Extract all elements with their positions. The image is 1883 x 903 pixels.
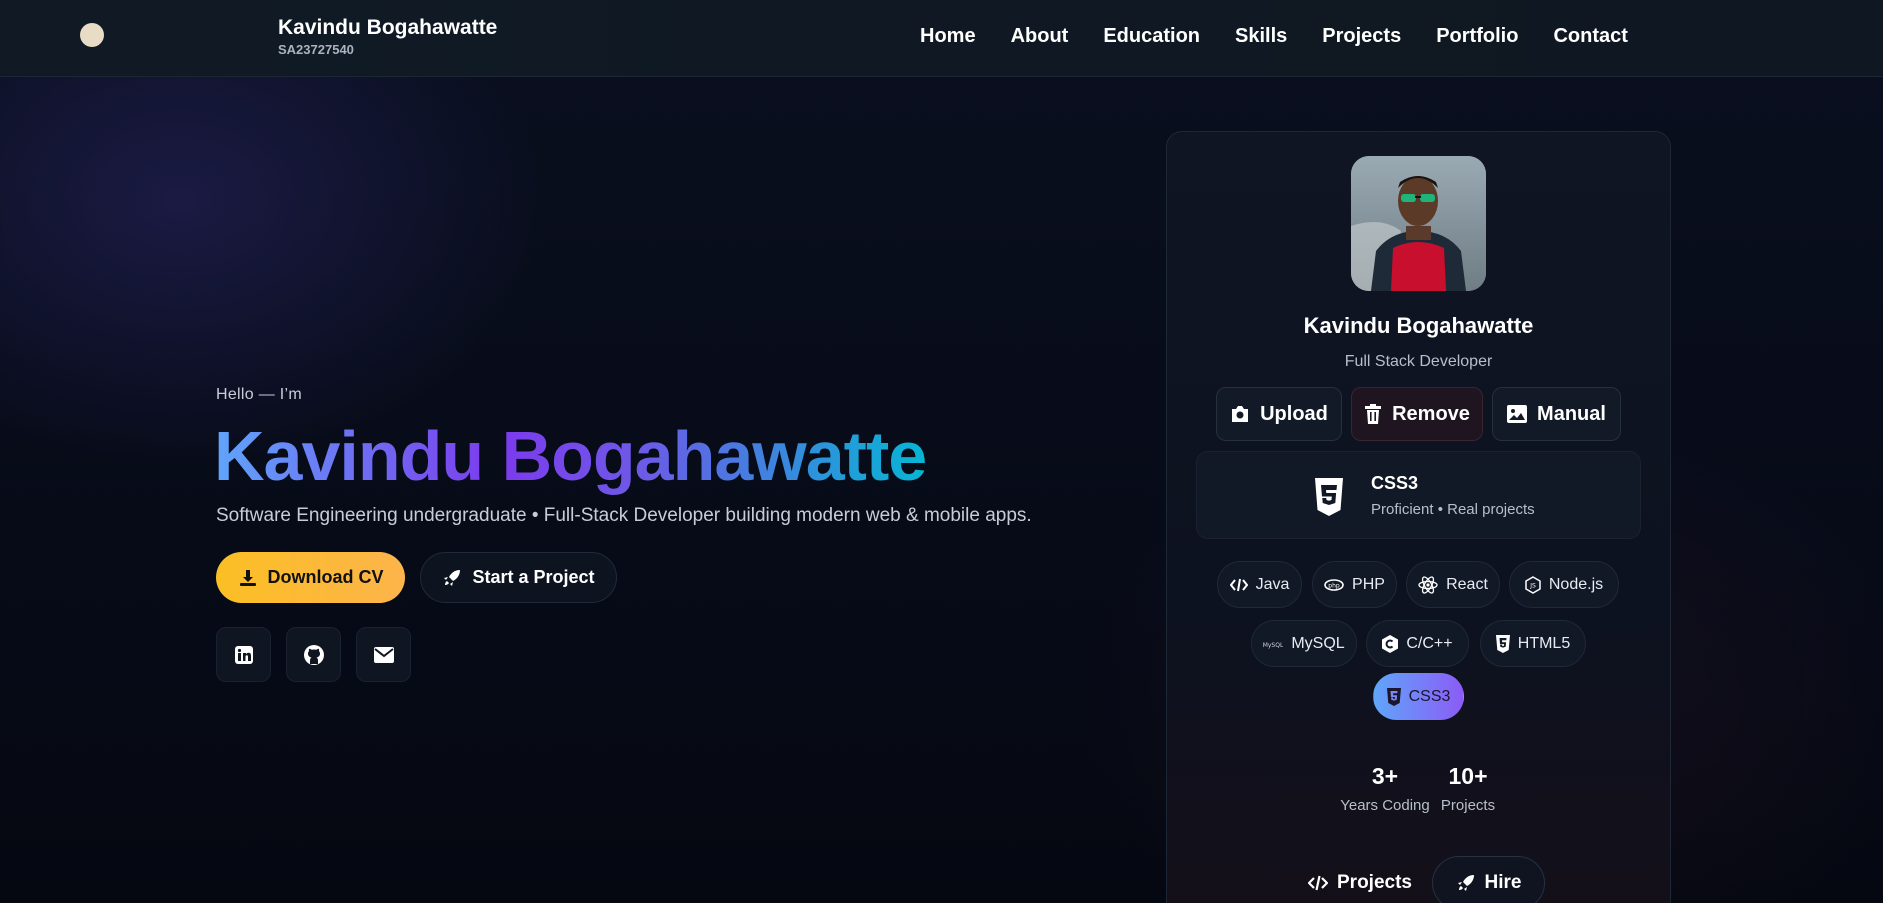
stat-projects-label: Projects — [1440, 797, 1496, 814]
camera-icon — [1232, 406, 1249, 422]
stat-years-label: Years Coding — [1340, 797, 1430, 814]
download-icon — [239, 569, 256, 586]
linkedin-icon — [234, 645, 253, 664]
download-cv-button[interactable]: Download CV — [216, 552, 405, 603]
profile-photo — [1351, 156, 1486, 291]
skill-chip-cpp[interactable]: C/C++ — [1366, 620, 1469, 667]
hero-name: Kavindu Bogahawatte — [214, 417, 927, 495]
skill-chip-label: C/C++ — [1406, 634, 1453, 652]
css3-icon — [1386, 687, 1401, 706]
nodejs-icon: JS — [1525, 575, 1541, 594]
stat-projects-value: 10+ — [1448, 763, 1488, 789]
brand-id: SA23727540 — [278, 42, 354, 57]
card-name: Kavindu Bogahawatte — [1303, 313, 1534, 338]
skill-chip-nodejs[interactable]: JS Node.js — [1509, 561, 1619, 608]
nav-link-about[interactable]: About — [1011, 25, 1069, 48]
navbar: Kavindu Bogahawatte SA23727540 Home Abou… — [0, 0, 1883, 77]
hire-button-label: Hire — [1484, 872, 1522, 893]
logo-dot[interactable] — [80, 23, 104, 47]
remove-label: Remove — [1392, 402, 1470, 425]
projects-button-label: Projects — [1337, 872, 1412, 893]
hero-subtitle: Software Engineering undergraduate • Ful… — [216, 505, 1032, 526]
svg-text:php: php — [1328, 582, 1340, 589]
skill-chip-react[interactable]: React — [1406, 561, 1500, 608]
nav-link-skills[interactable]: Skills — [1235, 25, 1287, 48]
nav-link-projects[interactable]: Projects — [1322, 25, 1401, 48]
upload-label: Upload — [1260, 402, 1328, 425]
stat-years-value: 3+ — [1371, 763, 1399, 789]
code-icon — [1229, 578, 1248, 591]
skill-chip-label: Node.js — [1548, 575, 1604, 593]
email-button[interactable] — [356, 627, 411, 682]
svg-text:JS: JS — [1529, 582, 1536, 589]
skill-chip-css3[interactable]: CSS3 — [1373, 673, 1464, 720]
nav-link-contact[interactable]: Contact — [1553, 25, 1627, 48]
github-icon — [303, 644, 324, 665]
brand-name[interactable]: Kavindu Bogahawatte — [278, 16, 497, 40]
github-button[interactable] — [286, 627, 341, 682]
cpp-icon — [1382, 634, 1399, 653]
skill-chip-mysql[interactable]: MySQL MySQL — [1251, 620, 1357, 667]
download-cv-label: Download CV — [267, 567, 384, 587]
projects-button[interactable]: Projects — [1300, 856, 1420, 903]
css3-icon — [1315, 478, 1343, 516]
hero-greeting: Hello — I’m — [216, 386, 302, 403]
start-project-button[interactable]: Start a Project — [420, 552, 617, 603]
skill-chip-php[interactable]: php PHP — [1312, 561, 1397, 608]
start-project-label: Start a Project — [472, 567, 595, 587]
skill-chip-label: Java — [1255, 575, 1290, 593]
code-icon — [1308, 875, 1328, 891]
skill-chip-html5[interactable]: HTML5 — [1480, 620, 1586, 667]
php-icon: php — [1324, 578, 1344, 591]
html5-icon — [1495, 634, 1510, 653]
skill-chip-label: MySQL — [1291, 634, 1345, 652]
nav-link-portfolio[interactable]: Portfolio — [1436, 25, 1518, 48]
skill-chip-label: React — [1446, 575, 1488, 593]
remove-button[interactable]: Remove — [1351, 387, 1483, 441]
rocket-icon — [444, 569, 461, 586]
skill-chip-java[interactable]: Java — [1217, 561, 1302, 608]
manual-label: Manual — [1537, 402, 1606, 425]
mail-icon — [373, 646, 394, 663]
nav-links: Home About Education Skills Projects Por… — [920, 25, 1663, 48]
skill-chip-label: PHP — [1352, 575, 1385, 593]
skill-chip-label: HTML5 — [1517, 634, 1571, 652]
mysql-icon: MySQL — [1263, 642, 1283, 649]
linkedin-button[interactable] — [216, 627, 271, 682]
trash-icon — [1365, 404, 1382, 424]
skill-chip-label: CSS3 — [1408, 687, 1451, 705]
image-icon — [1507, 405, 1528, 423]
rocket-icon — [1457, 875, 1474, 891]
selected-skill-title: CSS3 — [1371, 473, 1419, 493]
selected-skill-panel — [1196, 451, 1641, 539]
hire-button[interactable]: Hire — [1432, 856, 1545, 903]
nav-link-home[interactable]: Home — [920, 25, 976, 48]
upload-button[interactable]: Upload — [1216, 387, 1342, 441]
svg-text:MySQL: MySQL — [1263, 642, 1283, 649]
card-role: Full Stack Developer — [1344, 353, 1493, 370]
selected-skill-subtitle: Proficient • Real projects — [1371, 501, 1535, 518]
react-icon — [1418, 575, 1438, 594]
manual-button[interactable]: Manual — [1492, 387, 1621, 441]
nav-link-education[interactable]: Education — [1103, 25, 1200, 48]
